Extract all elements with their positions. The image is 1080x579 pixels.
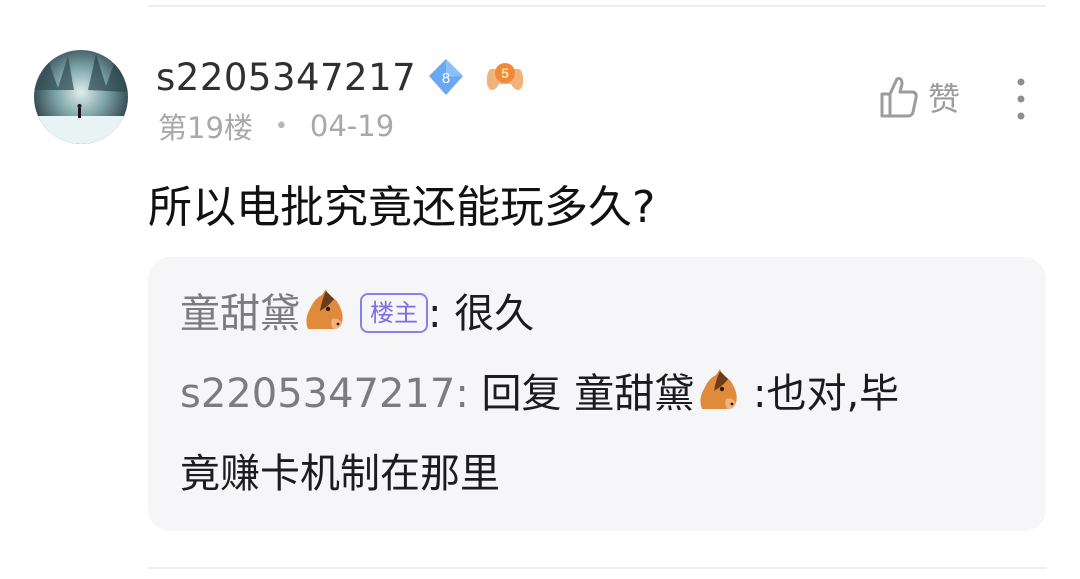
reply-mention[interactable]: 童甜黛	[574, 371, 694, 417]
horse-face-emoji	[306, 289, 343, 329]
comment-text: 所以电批究竟还能玩多久?	[148, 182, 656, 233]
game-badge-number: 5	[501, 65, 509, 81]
meta-separator: •	[274, 113, 288, 139]
username[interactable]: s2205347217	[156, 56, 416, 99]
reply-item[interactable]: s2205347217: 回复 童甜黛 :也对,毕	[180, 367, 899, 421]
diamond-level-icon: 8	[429, 59, 464, 95]
top-divider	[148, 5, 1046, 7]
floor-label: 第19楼	[158, 111, 253, 145]
comment-card: s2205347217 8 5 第19楼 • 04-19 赞 所以电批究竟还能玩…	[0, 0, 1080, 579]
bottom-divider	[148, 567, 1046, 569]
snowy-forest-avatar-image	[34, 50, 128, 144]
reply-separator: :	[455, 371, 469, 417]
reply-author[interactable]: 童甜黛	[180, 291, 300, 337]
more-vertical-icon[interactable]	[1006, 74, 1036, 124]
reply-text-line1: :也对,毕	[752, 371, 900, 417]
horse-face-emoji	[700, 369, 737, 409]
reply-text: 很久	[454, 291, 535, 337]
thread-owner-tag: 楼主	[360, 293, 428, 333]
reply-author[interactable]: s2205347217	[180, 371, 455, 417]
comment-date: 04-19	[309, 109, 395, 143]
replies-box[interactable]: 童甜黛 楼主: 很久 s2205347217: 回复 童甜黛 :也对,毕 竟赚卡…	[148, 257, 1046, 531]
comment-meta: 第19楼 • 04-19	[158, 106, 394, 146]
reply-prefix: 回复	[481, 371, 562, 417]
user-avatar[interactable]	[34, 50, 128, 144]
reply-item[interactable]: 童甜黛 楼主: 很久	[180, 287, 534, 341]
reply-text-line2: 竟赚卡机制在那里	[180, 451, 500, 497]
level-number: 8	[442, 70, 450, 87]
reply-separator: :	[428, 291, 442, 337]
like-button[interactable]: 赞	[878, 74, 960, 120]
reply-item-continuation: 竟赚卡机制在那里	[180, 447, 500, 501]
gamepad-badge-icon: 5	[487, 63, 524, 90]
username-row: s2205347217 8 5	[156, 54, 526, 100]
like-label: 赞	[928, 80, 961, 118]
thumbs-up-icon	[880, 77, 918, 118]
